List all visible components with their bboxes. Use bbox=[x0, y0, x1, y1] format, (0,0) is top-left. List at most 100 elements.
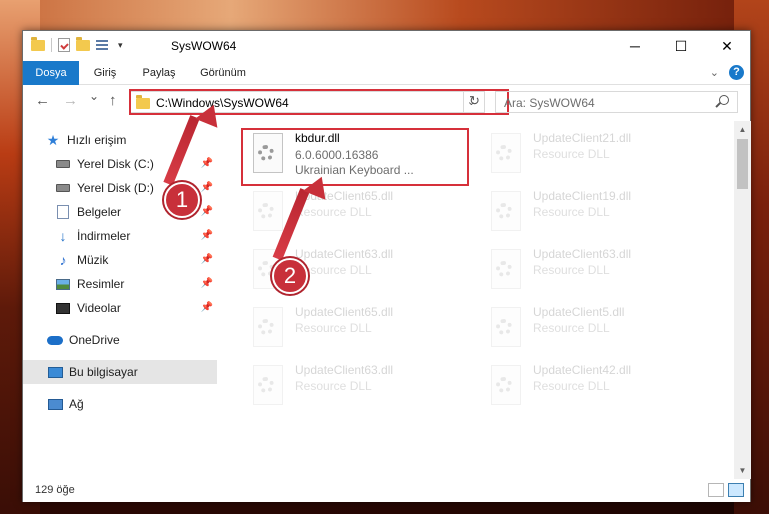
sidebar-item-this-pc[interactable]: Bu bilgisayar bbox=[23, 360, 217, 384]
file-name: UpdateClient5.dll bbox=[533, 305, 625, 319]
folder-icon bbox=[31, 36, 45, 51]
scroll-up-icon[interactable]: ▲ bbox=[734, 121, 751, 138]
drive-icon bbox=[55, 180, 71, 196]
maximize-button[interactable]: ☐ bbox=[658, 31, 704, 61]
window-title: SysWOW64 bbox=[171, 39, 237, 53]
details-view-icon[interactable] bbox=[708, 483, 724, 497]
sidebar-item-pictures[interactable]: Resimler 📌 bbox=[23, 272, 217, 296]
cloud-icon bbox=[47, 332, 63, 348]
tab-file[interactable]: Dosya bbox=[23, 61, 79, 85]
dll-file-icon bbox=[487, 365, 527, 411]
dll-file-icon bbox=[249, 307, 289, 353]
forward-button[interactable]: → bbox=[63, 92, 78, 109]
sidebar-item-videos[interactable]: Videolar 📌 bbox=[23, 296, 217, 320]
sidebar-item-label: Resimler bbox=[77, 277, 125, 291]
navigation-bar: ← → ⌄ ↑ C:\Windows\SysWOW64 ⌄ ↻ Ara: Sys… bbox=[23, 86, 750, 118]
item-count: 129 öğe bbox=[35, 484, 75, 496]
file-name: UpdateClient19.dll bbox=[533, 189, 632, 203]
vertical-scrollbar[interactable]: ▲ ▼ bbox=[734, 121, 751, 479]
close-button[interactable]: ✕ bbox=[704, 31, 750, 61]
file-name: UpdateClient21.dll bbox=[533, 131, 632, 145]
pin-icon[interactable]: 📌 bbox=[201, 278, 213, 289]
ribbon-tabs: Dosya Giriş Paylaş Görünüm ⌄ ? bbox=[23, 61, 750, 85]
sidebar-item-label: Bu bilgisayar bbox=[69, 365, 138, 379]
scrollbar-thumb[interactable] bbox=[737, 139, 748, 189]
pin-icon[interactable]: 📌 bbox=[201, 302, 213, 313]
sidebar-item-downloads[interactable]: ↓ İndirmeler 📌 bbox=[23, 224, 217, 248]
file-item[interactable]: UpdateClient5.dll Resource DLL bbox=[483, 301, 703, 357]
sidebar-item-label: Yerel Disk (C:) bbox=[77, 157, 154, 171]
file-item[interactable]: UpdateClient42.dll Resource DLL bbox=[483, 359, 703, 415]
new-folder-icon[interactable] bbox=[76, 36, 90, 51]
sidebar-item-onedrive[interactable]: OneDrive bbox=[23, 328, 217, 352]
star-icon: ★ bbox=[46, 131, 60, 148]
file-description: Resource DLL bbox=[295, 205, 372, 219]
sidebar-item-label: OneDrive bbox=[69, 333, 120, 347]
file-name: UpdateClient63.dll bbox=[533, 247, 632, 261]
sidebar-item-network[interactable]: Ağ bbox=[23, 392, 217, 416]
file-item[interactable]: UpdateClient65.dll Resource DLL bbox=[245, 301, 465, 357]
videos-icon bbox=[55, 300, 71, 316]
explorer-window: ▾ SysWOW64 ─ ☐ ✕ Dosya Giriş Paylaş Görü… bbox=[22, 30, 751, 502]
help-icon[interactable]: ? bbox=[729, 65, 744, 80]
file-description: Resource DLL bbox=[295, 379, 372, 393]
large-icons-view-icon[interactable] bbox=[728, 483, 744, 497]
file-description: Resource DLL bbox=[533, 379, 610, 393]
documents-icon bbox=[55, 204, 71, 220]
sidebar-item-label: Yerel Disk (D:) bbox=[77, 181, 154, 195]
pin-icon[interactable]: 📌 bbox=[201, 230, 213, 241]
dll-file-icon bbox=[249, 365, 289, 411]
scroll-down-icon[interactable]: ▼ bbox=[734, 462, 751, 479]
file-item[interactable]: UpdateClient65.dll Resource DLL bbox=[245, 185, 465, 241]
network-icon bbox=[47, 396, 63, 412]
file-name: UpdateClient63.dll bbox=[295, 363, 394, 377]
tab-home[interactable]: Giriş bbox=[83, 61, 127, 85]
sidebar-item-label: Belgeler bbox=[77, 205, 122, 219]
step-badge-1: 1 bbox=[164, 182, 200, 218]
pin-icon[interactable]: 📌 bbox=[201, 182, 213, 193]
sidebar-item-label: Videolar bbox=[77, 301, 121, 315]
file-name: UpdateClient63.dll bbox=[295, 247, 394, 261]
up-button[interactable]: ↑ bbox=[109, 92, 117, 109]
music-icon: ♪ bbox=[59, 252, 67, 268]
dll-file-icon bbox=[487, 249, 527, 295]
sidebar-item-label: İndirmeler bbox=[77, 229, 131, 243]
navigation-pane: ★ Hızlı erişim Yerel Disk (C:) 📌 Yerel D… bbox=[23, 121, 217, 479]
expand-ribbon-icon[interactable]: ⌄ bbox=[710, 66, 719, 79]
file-name: UpdateClient65.dll bbox=[295, 305, 394, 319]
sidebar-item-music[interactable]: ♪ Müzik 📌 bbox=[23, 248, 217, 272]
sidebar-item-label: Hızlı erişim bbox=[67, 133, 127, 147]
minimize-button[interactable]: ─ bbox=[612, 31, 658, 61]
tab-share[interactable]: Paylaş bbox=[133, 61, 185, 85]
back-button[interactable]: ← bbox=[35, 92, 50, 109]
separator bbox=[51, 38, 52, 52]
file-item[interactable]: UpdateClient63.dll Resource DLL bbox=[245, 359, 465, 415]
view-options-icon[interactable] bbox=[96, 39, 112, 51]
file-item[interactable]: UpdateClient21.dll Resource DLL bbox=[483, 127, 703, 183]
file-item[interactable]: UpdateClient63.dll Resource DLL bbox=[483, 243, 703, 299]
pin-icon[interactable]: 📌 bbox=[201, 254, 213, 265]
file-description: Resource DLL bbox=[533, 321, 610, 335]
search-box[interactable]: Ara: SysWOW64 bbox=[495, 91, 738, 113]
search-icon[interactable] bbox=[719, 95, 729, 105]
quick-access-toolbar: ▾ bbox=[31, 36, 123, 52]
dll-file-icon bbox=[487, 133, 527, 179]
download-icon: ↓ bbox=[59, 228, 67, 244]
properties-icon[interactable] bbox=[58, 38, 70, 52]
dll-file-icon bbox=[487, 307, 527, 353]
file-description: Resource DLL bbox=[533, 147, 610, 161]
customize-toolbar-dropdown-icon[interactable]: ▾ bbox=[118, 40, 123, 51]
step-badge-2: 2 bbox=[272, 258, 308, 294]
tab-view[interactable]: Görünüm bbox=[191, 61, 255, 85]
sidebar-item-local-disk-c[interactable]: Yerel Disk (C:) 📌 bbox=[23, 152, 217, 176]
file-description: Resource DLL bbox=[533, 205, 610, 219]
file-description: Resource DLL bbox=[533, 263, 610, 277]
file-highlight-box bbox=[241, 128, 469, 186]
pin-icon[interactable]: 📌 bbox=[201, 206, 213, 217]
recent-locations-button[interactable]: ⌄ bbox=[89, 89, 99, 103]
file-description: Resource DLL bbox=[295, 321, 372, 335]
pin-icon[interactable]: 📌 bbox=[201, 158, 213, 169]
search-input[interactable]: Ara: SysWOW64 bbox=[504, 96, 595, 110]
title-bar: ▾ SysWOW64 ─ ☐ ✕ bbox=[23, 31, 750, 61]
file-item[interactable]: UpdateClient19.dll Resource DLL bbox=[483, 185, 703, 241]
